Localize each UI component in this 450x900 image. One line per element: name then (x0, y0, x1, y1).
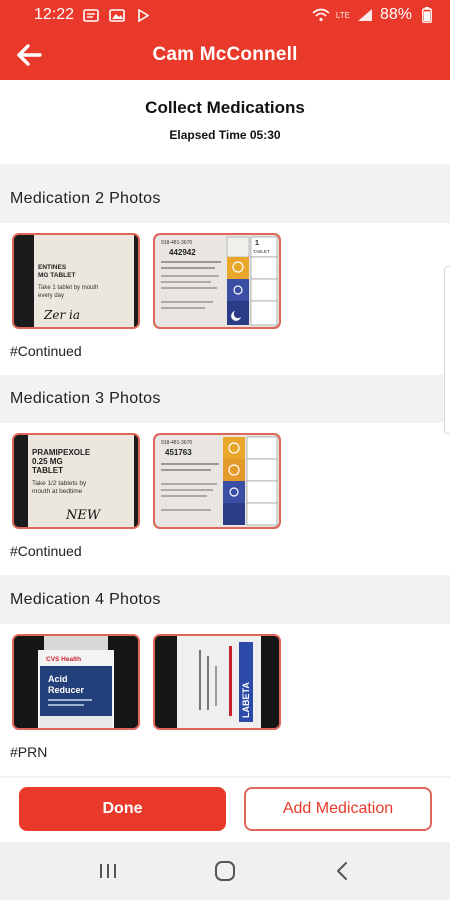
svg-text:918-481-3670: 918-481-3670 (161, 440, 192, 446)
svg-text:0.25 MG: 0.25 MG (32, 457, 63, 466)
pill-pack-image: 918-481-3670 442942 1 TABLET (155, 235, 279, 327)
home-button[interactable] (205, 851, 245, 891)
recents-button[interactable] (88, 851, 128, 891)
svg-text:TABLET: TABLET (32, 466, 63, 475)
status-time: 12:22 (34, 6, 75, 23)
svg-text:NEW: NEW (65, 508, 102, 523)
section-title: Medication 4 Photos (0, 576, 450, 624)
svg-text:Take 1/2 tablets by: Take 1/2 tablets by (32, 480, 87, 487)
medication-section: Medication 2 Photos ENTINES MG TABLET Ta… (0, 175, 450, 375)
pill-pack-image: 918-481-3670 451763 (155, 435, 279, 527)
recents-icon (100, 864, 117, 878)
battery-percent: 88% (379, 6, 412, 23)
svg-text:mouth at bedtime: mouth at bedtime (32, 488, 83, 495)
section-body: CVS Health Acid Reducer LABETA #PRN (0, 624, 450, 776)
status-bar: 12:22 LTE 88% (0, 0, 450, 30)
back-chevron-icon (336, 862, 347, 880)
medication-photo[interactable]: LABETA (153, 634, 281, 730)
svg-text:every day: every day (38, 293, 64, 299)
svg-text:LABETA: LABETA (241, 682, 251, 718)
medication-photo[interactable]: ENTINES MG TABLET Take 1 tablet by mouth… (12, 233, 140, 329)
scroll-handle[interactable] (444, 266, 450, 434)
system-back-button[interactable] (322, 851, 362, 891)
section-body: PRAMIPEXOLE 0.25 MG TABLET Take 1/2 tabl… (0, 423, 450, 575)
header-card: Collect Medications Elapsed Time 05:30 (0, 80, 450, 164)
bottle-side-image: LABETA (155, 636, 279, 728)
medication-photo[interactable]: 918-481-3670 451763 (153, 433, 281, 529)
bottle-label-image: ENTINES MG TABLET Take 1 tablet by mouth… (14, 235, 138, 327)
svg-text:1: 1 (255, 240, 259, 247)
svg-text:Zer ia: Zer ia (43, 308, 80, 322)
play-icon (134, 8, 152, 22)
acid-reducer-bottle-image: CVS Health Acid Reducer (14, 636, 138, 728)
signal-icon (356, 8, 374, 22)
back-button[interactable] (14, 41, 44, 69)
svg-text:TABLET: TABLET (253, 249, 270, 254)
medication-photo[interactable]: 918-481-3670 442942 1 TABLET (153, 233, 281, 329)
bottom-action-bar: Done Add Medication (0, 778, 450, 842)
svg-text:Take 1 tablet by mouth: Take 1 tablet by mouth (38, 285, 98, 291)
medication-section: Medication 4 Photos CVS Health Acid Redu… (0, 576, 450, 776)
medication-tag: #PRN (10, 744, 48, 760)
svg-text:PRAMIPEXOLE: PRAMIPEXOLE (32, 448, 91, 457)
done-button[interactable]: Done (19, 787, 226, 831)
section-title: Medication 2 Photos (0, 175, 450, 223)
svg-text:442942: 442942 (169, 248, 196, 257)
svg-text:918-481-3670: 918-481-3670 (161, 240, 192, 246)
elapsed-time: Elapsed Time 05:30 (169, 128, 281, 142)
network-label: LTE (335, 10, 350, 20)
bottle-label-image: PRAMIPEXOLE 0.25 MG TABLET Take 1/2 tabl… (14, 435, 138, 527)
section-body: ENTINES MG TABLET Take 1 tablet by mouth… (0, 223, 450, 375)
medication-photo[interactable]: CVS Health Acid Reducer (12, 634, 140, 730)
image-icon (108, 8, 126, 22)
svg-text:Acid: Acid (48, 674, 68, 684)
system-nav-bar (0, 842, 450, 900)
section-title: Medication 3 Photos (0, 375, 450, 423)
add-medication-button[interactable]: Add Medication (244, 787, 432, 831)
wifi-icon (312, 8, 330, 22)
message-icon (82, 8, 100, 22)
battery-icon (418, 7, 436, 23)
home-icon (214, 861, 235, 881)
svg-text:CVS Health: CVS Health (46, 656, 81, 663)
svg-text:ENTINES: ENTINES (38, 264, 67, 271)
medication-photo[interactable]: PRAMIPEXOLE 0.25 MG TABLET Take 1/2 tabl… (12, 433, 140, 529)
svg-text:451763: 451763 (165, 448, 192, 457)
svg-text:Reducer: Reducer (48, 685, 85, 695)
page-title: Cam McConnell (152, 44, 298, 65)
medication-tag: #Continued (10, 543, 82, 559)
svg-text:MG TABLET: MG TABLET (38, 272, 75, 279)
medication-section: Medication 3 Photos PRAMIPEXOLE 0.25 MG … (0, 375, 450, 575)
app-bar: Cam McConnell (0, 30, 450, 80)
arrow-left-icon (17, 44, 42, 66)
medication-tag: #Continued (10, 343, 82, 359)
collect-title: Collect Medications (145, 98, 305, 117)
